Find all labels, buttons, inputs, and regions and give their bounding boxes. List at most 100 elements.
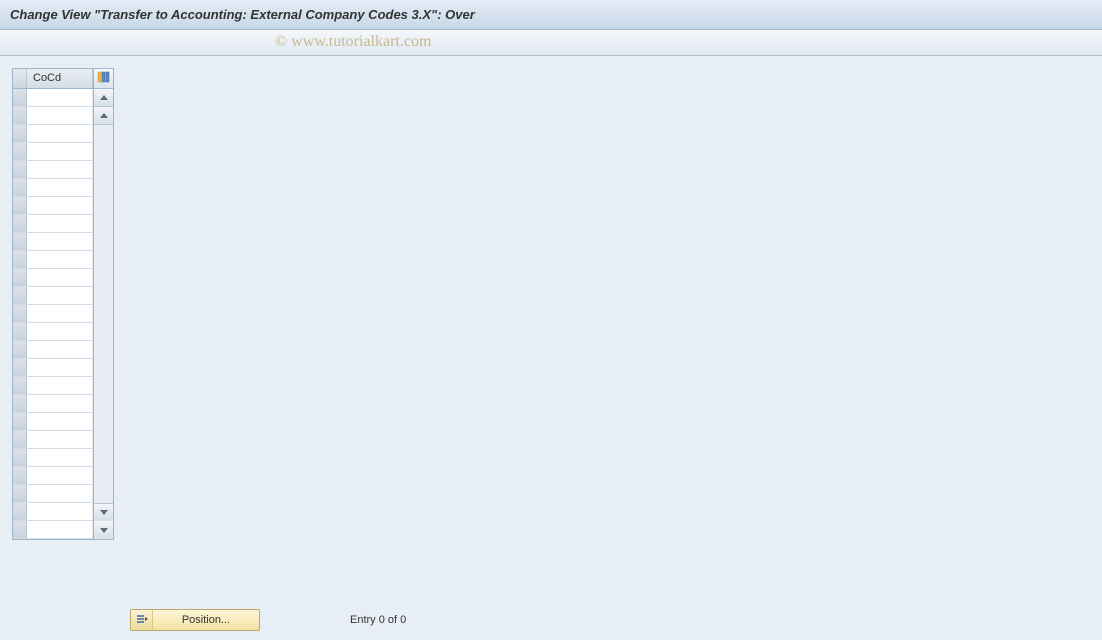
row-selector[interactable] xyxy=(13,485,27,502)
watermark-text: © www.tutorialkart.com xyxy=(275,33,431,51)
scroll-up-step-button[interactable] xyxy=(94,107,113,125)
chevron-up-icon xyxy=(100,113,108,118)
row-selector[interactable] xyxy=(13,323,27,340)
row-selector[interactable] xyxy=(13,431,27,448)
table-row[interactable] xyxy=(13,413,93,431)
cell-cocd[interactable] xyxy=(27,287,93,304)
table-row[interactable] xyxy=(13,485,93,503)
cell-cocd[interactable] xyxy=(27,125,93,142)
row-selector[interactable] xyxy=(13,449,27,466)
cell-cocd[interactable] xyxy=(27,341,93,358)
cell-cocd[interactable] xyxy=(27,197,93,214)
chevron-down-icon xyxy=(100,510,108,515)
table-row[interactable] xyxy=(13,341,93,359)
row-selector[interactable] xyxy=(13,251,27,268)
position-button[interactable]: Position... xyxy=(130,609,260,631)
page-title: Change View "Transfer to Accounting: Ext… xyxy=(10,7,475,22)
chevron-down-icon xyxy=(100,528,108,533)
row-selector[interactable] xyxy=(13,107,27,124)
table-scrollbar-column xyxy=(93,69,113,539)
scroll-down-step-button[interactable] xyxy=(94,503,113,521)
row-selector[interactable] xyxy=(13,233,27,250)
table-body xyxy=(13,89,93,539)
position-button-label: Position... xyxy=(153,614,259,626)
cell-cocd[interactable] xyxy=(27,89,93,106)
row-selector[interactable] xyxy=(13,197,27,214)
cell-cocd[interactable] xyxy=(27,107,93,124)
row-selector[interactable] xyxy=(13,521,27,538)
table-row[interactable] xyxy=(13,449,93,467)
row-selector[interactable] xyxy=(13,467,27,484)
column-header-cocd[interactable]: CoCd xyxy=(27,69,93,88)
row-selector[interactable] xyxy=(13,269,27,286)
entry-count-text: Entry 0 of 0 xyxy=(350,614,406,626)
table-row[interactable] xyxy=(13,521,93,539)
table-row[interactable] xyxy=(13,161,93,179)
select-all-header[interactable] xyxy=(13,69,27,88)
table-row[interactable] xyxy=(13,503,93,521)
cell-cocd[interactable] xyxy=(27,467,93,484)
row-selector[interactable] xyxy=(13,413,27,430)
table-row[interactable] xyxy=(13,305,93,323)
scroll-up-button[interactable] xyxy=(94,89,113,107)
table-header-row: CoCd xyxy=(13,69,93,89)
cell-cocd[interactable] xyxy=(27,521,93,538)
table-row[interactable] xyxy=(13,395,93,413)
cell-cocd[interactable] xyxy=(27,449,93,466)
title-bar: Change View "Transfer to Accounting: Ext… xyxy=(0,0,1102,30)
cell-cocd[interactable] xyxy=(27,485,93,502)
cell-cocd[interactable] xyxy=(27,233,93,250)
cell-cocd[interactable] xyxy=(27,269,93,286)
scroll-down-button[interactable] xyxy=(94,521,113,539)
cell-cocd[interactable] xyxy=(27,377,93,394)
table-row[interactable] xyxy=(13,431,93,449)
cell-cocd[interactable] xyxy=(27,251,93,268)
row-selector[interactable] xyxy=(13,395,27,412)
table-row[interactable] xyxy=(13,89,93,107)
row-selector[interactable] xyxy=(13,179,27,196)
cell-cocd[interactable] xyxy=(27,413,93,430)
row-selector[interactable] xyxy=(13,305,27,322)
table-row[interactable] xyxy=(13,269,93,287)
row-selector[interactable] xyxy=(13,377,27,394)
row-selector[interactable] xyxy=(13,125,27,142)
row-selector[interactable] xyxy=(13,287,27,304)
cell-cocd[interactable] xyxy=(27,323,93,340)
table-row[interactable] xyxy=(13,179,93,197)
row-selector[interactable] xyxy=(13,143,27,160)
cell-cocd[interactable] xyxy=(27,431,93,448)
cell-cocd[interactable] xyxy=(27,161,93,178)
row-selector[interactable] xyxy=(13,161,27,178)
scrollbar-track[interactable] xyxy=(94,125,113,503)
row-selector[interactable] xyxy=(13,341,27,358)
cell-cocd[interactable] xyxy=(27,143,93,160)
table-row[interactable] xyxy=(13,377,93,395)
row-selector[interactable] xyxy=(13,215,27,232)
table-row[interactable] xyxy=(13,359,93,377)
table-row[interactable] xyxy=(13,125,93,143)
table-row[interactable] xyxy=(13,215,93,233)
table-row[interactable] xyxy=(13,143,93,161)
cell-cocd[interactable] xyxy=(27,305,93,322)
cell-cocd[interactable] xyxy=(27,179,93,196)
cell-cocd[interactable] xyxy=(27,359,93,376)
table-row[interactable] xyxy=(13,323,93,341)
table-settings-button[interactable] xyxy=(94,69,113,89)
row-selector[interactable] xyxy=(13,503,27,520)
row-selector[interactable] xyxy=(13,89,27,106)
table-row[interactable] xyxy=(13,467,93,485)
footer-bar: Position... Entry 0 of 0 xyxy=(0,600,1102,640)
row-selector[interactable] xyxy=(13,359,27,376)
table-row[interactable] xyxy=(13,251,93,269)
content-area: CoCd xyxy=(0,56,1102,552)
table-row[interactable] xyxy=(13,197,93,215)
table-row[interactable] xyxy=(13,233,93,251)
cell-cocd[interactable] xyxy=(27,503,93,520)
data-table: CoCd xyxy=(12,68,114,540)
table-row[interactable] xyxy=(13,287,93,305)
cell-cocd[interactable] xyxy=(27,215,93,232)
cell-cocd[interactable] xyxy=(27,395,93,412)
table-row[interactable] xyxy=(13,107,93,125)
toolbar: © www.tutorialkart.com xyxy=(0,30,1102,56)
position-icon xyxy=(136,613,148,628)
